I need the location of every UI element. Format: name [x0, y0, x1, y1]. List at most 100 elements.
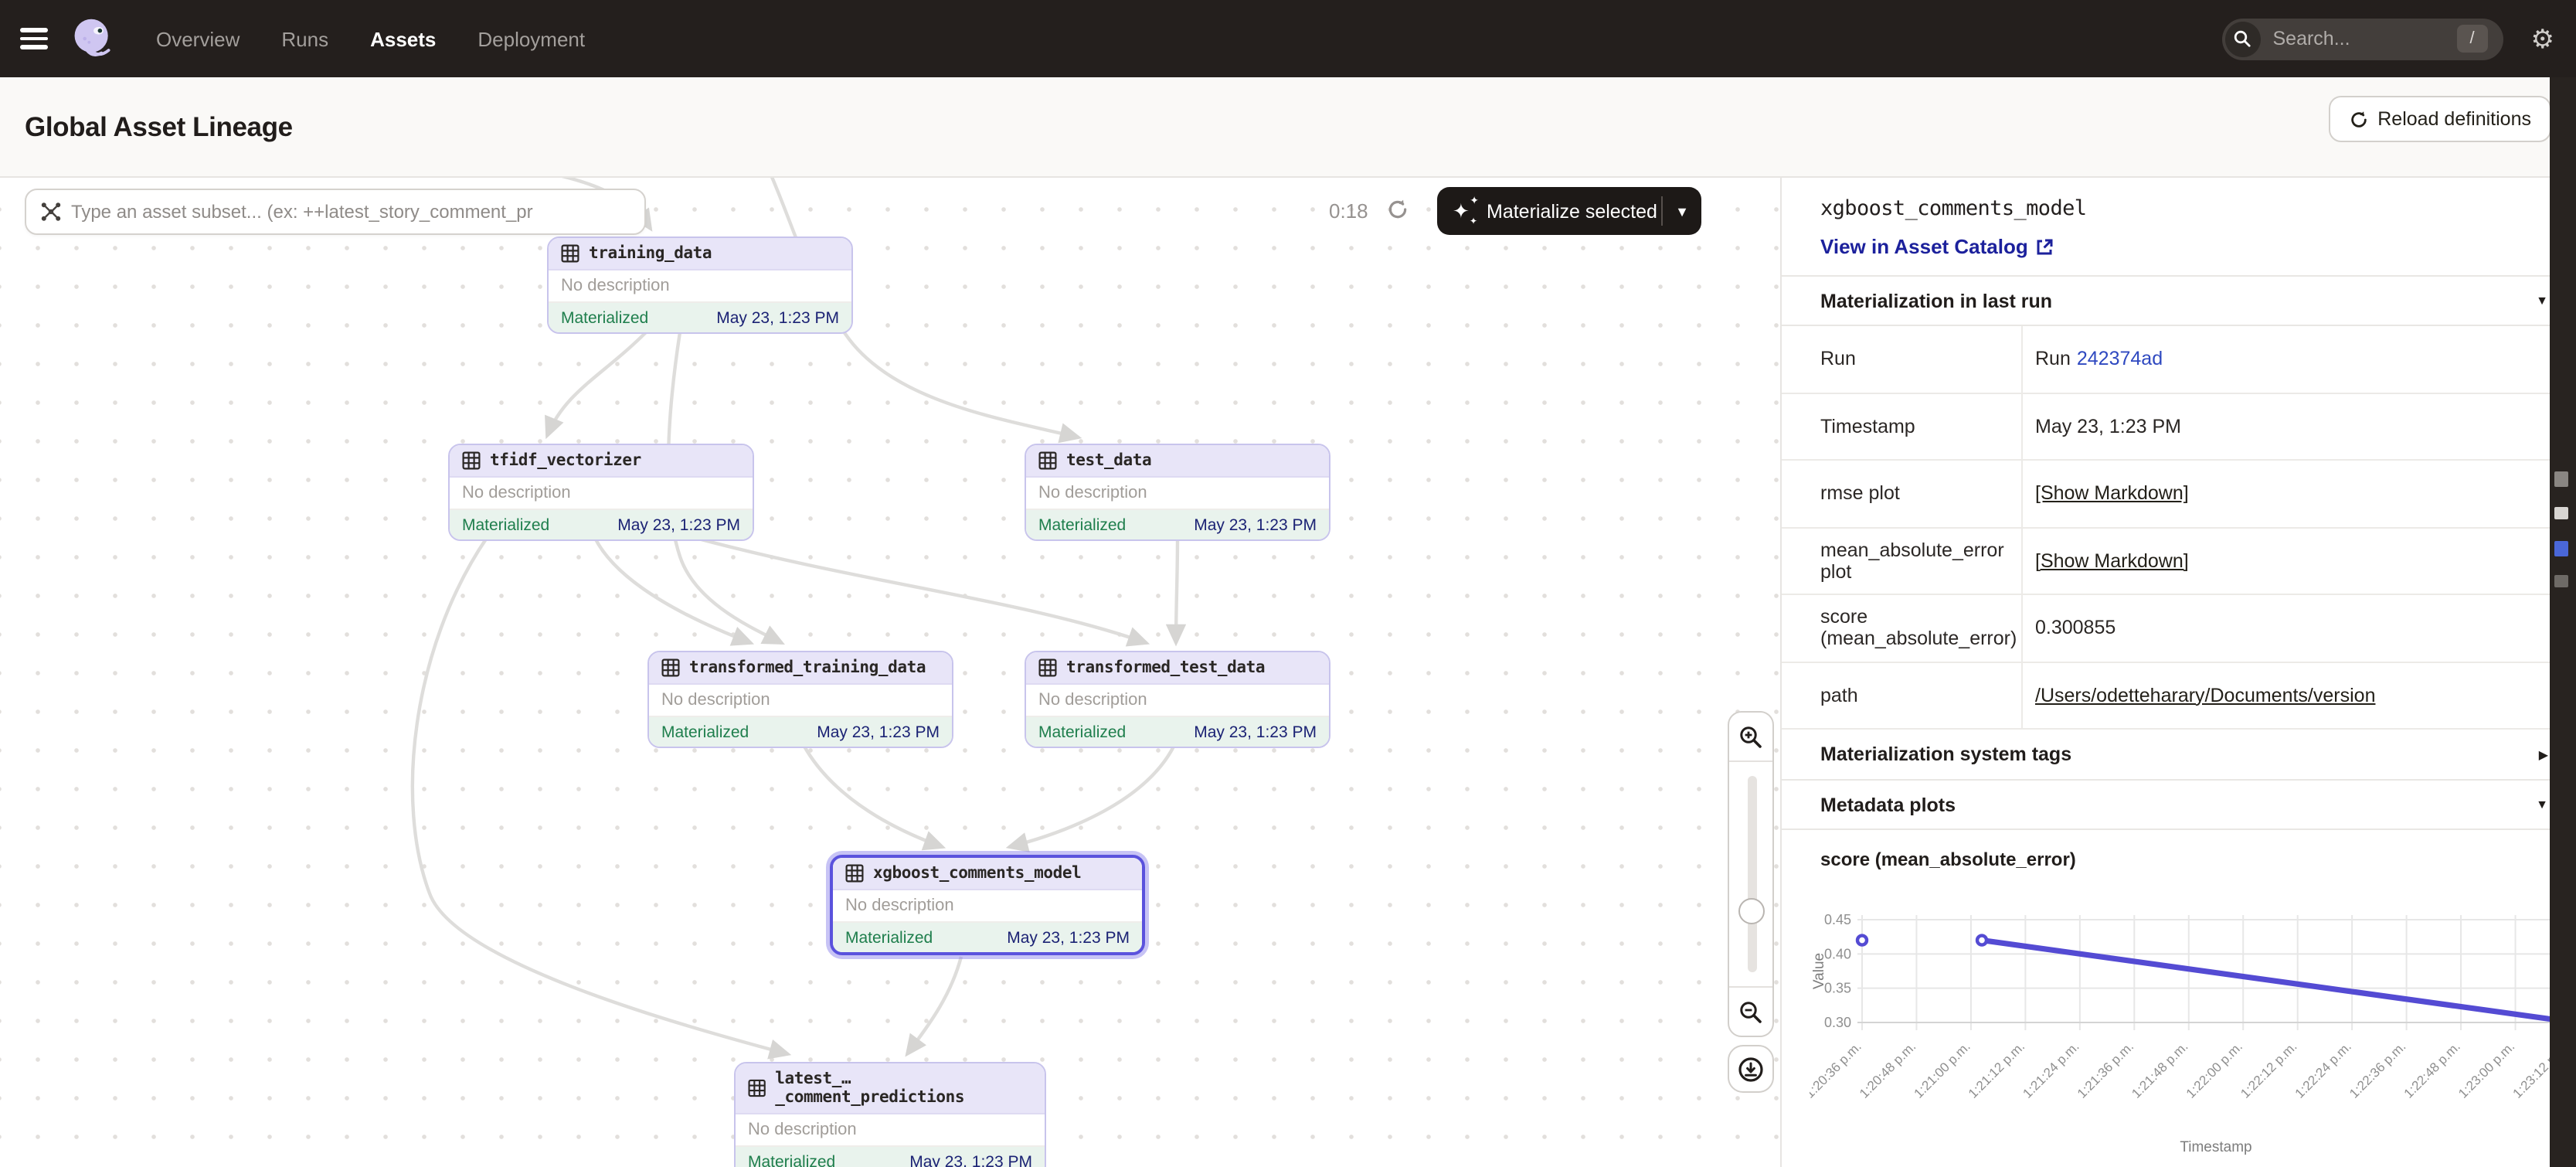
- zoom-slider-handle[interactable]: [1738, 898, 1765, 924]
- materialized-timestamp[interactable]: May 23, 1:23 PM: [1194, 723, 1317, 741]
- svg-text:1:21:00 p.m.: 1:21:00 p.m.: [1911, 1039, 1973, 1101]
- table-icon: [748, 1079, 766, 1097]
- zoom-in-button[interactable]: [1729, 713, 1772, 762]
- search-input[interactable]: [2273, 28, 2428, 49]
- status-badge: Materialized: [1038, 515, 1126, 534]
- svg-text:1:20:36 p.m.: 1:20:36 p.m.: [1810, 1039, 1864, 1101]
- asset-node-transformed-test-data[interactable]: transformed_test_data No description Mat…: [1025, 651, 1330, 748]
- table-row: rmse plot [Show Markdown]: [1782, 461, 2576, 528]
- materialized-timestamp[interactable]: May 23, 1:23 PM: [909, 1152, 1032, 1167]
- view-in-asset-catalog-link[interactable]: View in Asset Catalog: [1782, 235, 2054, 258]
- svg-text:1:21:48 p.m.: 1:21:48 p.m.: [2129, 1039, 2190, 1101]
- svg-text:1:22:36 p.m.: 1:22:36 p.m.: [2347, 1039, 2408, 1101]
- svg-text:1:22:24 p.m.: 1:22:24 p.m.: [2292, 1039, 2354, 1101]
- table-icon: [561, 244, 579, 263]
- asset-node-tfidf-vectorizer[interactable]: tfidf_vectorizer No description Material…: [448, 444, 754, 541]
- asset-description: No description: [736, 1114, 1045, 1147]
- asset-node-test-data[interactable]: test_data No description MaterializedMay…: [1025, 444, 1330, 541]
- dagster-logo[interactable]: [70, 15, 116, 62]
- show-markdown-link[interactable]: [Show Markdown]: [2035, 550, 2189, 572]
- table-row: path /Users/odetteharary/Documents/versi…: [1782, 662, 2576, 730]
- search-icon: [2225, 21, 2261, 56]
- status-badge: Materialized: [1038, 723, 1126, 741]
- asset-node-transformed-training-data[interactable]: transformed_training_data No description…: [647, 651, 953, 748]
- svg-text:1:21:36 p.m.: 1:21:36 p.m.: [2075, 1039, 2136, 1101]
- nav-item-overview[interactable]: Overview: [156, 27, 240, 50]
- zoom-out-button[interactable]: [1729, 986, 1772, 1036]
- sparkle-icon: ✦✦✦: [1454, 200, 1476, 222]
- section-materialization-in-last-run[interactable]: Materialization in last run ▼: [1782, 275, 2576, 325]
- refresh-timer: 0:18: [1329, 199, 1368, 223]
- svg-text:1:21:24 p.m.: 1:21:24 p.m.: [2020, 1039, 2082, 1101]
- svg-text:Value: Value: [1811, 953, 1827, 989]
- materialized-timestamp[interactable]: May 23, 1:23 PM: [1007, 928, 1130, 947]
- asset-name: xgboost_comments_model: [873, 864, 1081, 883]
- right-edge-strip: [2550, 77, 2576, 1167]
- asset-description: No description: [1026, 478, 1329, 510]
- svg-text:1:22:00 p.m.: 1:22:00 p.m.: [2183, 1039, 2245, 1101]
- materialized-timestamp[interactable]: May 23, 1:23 PM: [716, 308, 839, 327]
- materialized-timestamp[interactable]: May 23, 1:23 PM: [817, 723, 940, 741]
- asset-node-training-data[interactable]: training_data No description Materialize…: [547, 236, 853, 334]
- top-nav: Overview Runs Assets Deployment / ⚙: [0, 0, 2576, 77]
- svg-text:0.45: 0.45: [1824, 912, 1851, 927]
- external-link-icon: [2036, 237, 2054, 256]
- chevron-down-icon: ▼: [2536, 798, 2548, 811]
- refresh-icon: [2348, 109, 2368, 129]
- lineage-canvas[interactable]: training_data No description Materialize…: [0, 178, 1780, 1167]
- section-materialization-system-tags[interactable]: Materialization system tags ▶: [1782, 730, 2576, 779]
- table-icon: [661, 658, 680, 677]
- table-row: mean_absolute_error plot [Show Markdown]: [1782, 528, 2576, 595]
- path-link[interactable]: /Users/odetteharary/Documents/version: [2035, 685, 2375, 706]
- score-line-chart: 1:20:36 p.m.1:20:48 p.m.1:21:00 p.m.1:21…: [1810, 880, 2576, 1165]
- asset-node-xgboost-comments-model[interactable]: xgboost_comments_model No description Ma…: [830, 855, 1145, 955]
- download-image-button[interactable]: [1728, 1045, 1774, 1093]
- show-markdown-link[interactable]: [Show Markdown]: [2035, 483, 2189, 505]
- materialize-selected-button[interactable]: ✦✦✦ Materialize selected: [1437, 200, 1661, 222]
- table-row: score (mean_absolute_error) 0.300855: [1782, 595, 2576, 662]
- page-title: Global Asset Lineage: [25, 111, 293, 143]
- materialization-metadata-table: Run Run242374ad Timestamp May 23, 1:23 P…: [1782, 325, 2576, 730]
- section-metadata-plots[interactable]: Metadata plots ▼: [1782, 779, 2576, 828]
- svg-text:1:22:48 p.m.: 1:22:48 p.m.: [2401, 1039, 2463, 1101]
- svg-text:0.30: 0.30: [1824, 1015, 1851, 1030]
- reload-definitions-button[interactable]: Reload definitions: [2328, 96, 2551, 142]
- asset-name: tfidf_vectorizer: [490, 451, 641, 470]
- nav-item-assets[interactable]: Assets: [370, 27, 436, 50]
- run-id-link[interactable]: 242374ad: [2077, 349, 2163, 370]
- table-icon: [1038, 451, 1057, 470]
- svg-text:1:23:00 p.m.: 1:23:00 p.m.: [2455, 1039, 2517, 1101]
- status-badge: Materialized: [845, 928, 933, 947]
- asset-filter-input[interactable]: [71, 201, 644, 223]
- row-label: path: [1782, 662, 2023, 728]
- settings-gear-icon[interactable]: ⚙: [2531, 26, 2555, 52]
- asset-node-latest-comment-predictions[interactable]: latest_…_comment_predictions No descript…: [734, 1062, 1046, 1167]
- asset-description: No description: [1026, 685, 1329, 717]
- metadata-plot-title: score (mean_absolute_error): [1782, 849, 2576, 870]
- table-icon: [845, 864, 864, 883]
- status-badge: Materialized: [661, 723, 749, 741]
- zoom-slider[interactable]: [1729, 762, 1772, 986]
- svg-text:0.40: 0.40: [1824, 946, 1851, 961]
- chevron-right-icon: ▶: [2539, 747, 2548, 761]
- asset-detail-panel: xgboost_comments_model View in Asset Cat…: [1780, 178, 2576, 1167]
- nav-item-runs[interactable]: Runs: [281, 27, 328, 50]
- refresh-icon[interactable]: [1386, 198, 1409, 221]
- panel-asset-title: xgboost_comments_model: [1782, 196, 2576, 221]
- materialized-timestamp[interactable]: May 23, 1:23 PM: [1194, 515, 1317, 534]
- asset-description: No description: [549, 270, 851, 303]
- materialize-dropdown-caret[interactable]: ▼: [1661, 196, 1701, 226]
- hamburger-menu-icon[interactable]: [20, 28, 48, 49]
- asset-description: No description: [649, 685, 952, 717]
- global-search[interactable]: /: [2222, 18, 2503, 60]
- table-icon: [1038, 658, 1057, 677]
- nav-item-deployment[interactable]: Deployment: [477, 27, 585, 50]
- row-label: rmse plot: [1782, 461, 2023, 526]
- search-shortcut-key: /: [2457, 25, 2488, 53]
- table-row: Timestamp May 23, 1:23 PM: [1782, 393, 2576, 461]
- asset-name: transformed_training_data: [689, 658, 926, 677]
- status-badge: Materialized: [462, 515, 549, 534]
- materialized-timestamp[interactable]: May 23, 1:23 PM: [617, 515, 740, 534]
- asset-description: No description: [450, 478, 753, 510]
- svg-text:1:21:12 p.m.: 1:21:12 p.m.: [1966, 1039, 2027, 1101]
